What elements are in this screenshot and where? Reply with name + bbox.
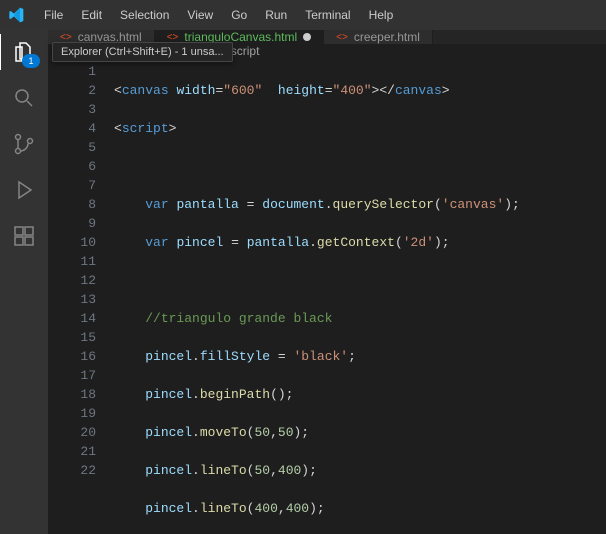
menu-run[interactable]: Run — [257, 4, 295, 26]
search-icon[interactable] — [10, 84, 38, 112]
explorer-tooltip: Explorer (Ctrl+Shift+E) - 1 unsa... — [52, 42, 233, 62]
breadcrumb-symbol[interactable]: script — [231, 44, 260, 58]
html-file-icon: <> — [167, 32, 179, 43]
code-editor[interactable]: 1 2 3 4 5 6 7 8 9 10 11 12 13 14 15 16 1… — [48, 58, 606, 534]
menu-view[interactable]: View — [179, 4, 221, 26]
tab-creeper[interactable]: <> creeper.html — [324, 30, 433, 44]
html-file-icon: <> — [336, 32, 348, 43]
tab-label: creeper.html — [354, 30, 420, 44]
vscode-logo-icon — [8, 6, 26, 24]
unsaved-indicator-icon — [303, 33, 311, 41]
explorer-icon[interactable]: 1 — [10, 38, 38, 66]
explorer-badge: 1 — [22, 54, 40, 68]
menu-terminal[interactable]: Terminal — [297, 4, 358, 26]
extensions-icon[interactable] — [10, 222, 38, 250]
menu-file[interactable]: File — [36, 4, 71, 26]
menu-bar: File Edit Selection View Go Run Terminal… — [36, 4, 401, 26]
menu-selection[interactable]: Selection — [112, 4, 177, 26]
html-file-icon: <> — [60, 32, 72, 43]
menu-go[interactable]: Go — [223, 4, 255, 26]
menu-help[interactable]: Help — [361, 4, 402, 26]
activity-bar: 1 — [0, 30, 48, 534]
debug-icon[interactable] — [10, 176, 38, 204]
code-content[interactable]: <canvas width="600" height="400"></canva… — [110, 58, 606, 534]
menu-edit[interactable]: Edit — [73, 4, 110, 26]
source-control-icon[interactable] — [10, 130, 38, 158]
line-gutter: 1 2 3 4 5 6 7 8 9 10 11 12 13 14 15 16 1… — [48, 58, 110, 534]
title-bar: File Edit Selection View Go Run Terminal… — [0, 0, 606, 30]
